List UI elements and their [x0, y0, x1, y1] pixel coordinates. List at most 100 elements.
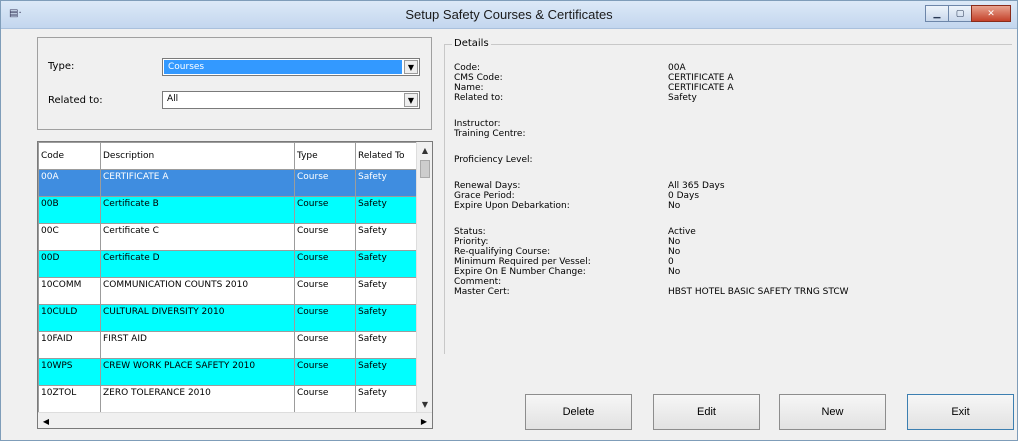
cell-type: Course	[294, 331, 356, 359]
cell-code: 00D	[38, 250, 101, 278]
new-button[interactable]: New	[779, 394, 886, 430]
cell-type: Course	[294, 169, 356, 197]
cell-code: 10FAID	[38, 331, 101, 359]
filter-group	[37, 37, 432, 130]
horizontal-scrollbar[interactable]: ◀ ▶	[38, 412, 432, 428]
table-row[interactable]: 00A CERTIFICATE A Course Safety	[38, 169, 417, 197]
detail-name-label: Name:	[454, 83, 484, 93]
detail-grace-label: Grace Period:	[454, 191, 515, 201]
cell-related-to: Safety	[355, 385, 417, 413]
table-row[interactable]: 00D Certificate D Course Safety	[38, 250, 417, 278]
detail-requal-label: Re-qualifying Course:	[454, 247, 551, 257]
window-controls: ▁ ▢ ✕	[925, 5, 1011, 23]
cell-description: ZERO TOLERANCE 2010	[100, 385, 295, 413]
vertical-scrollbar[interactable]: ▲ ▼	[416, 142, 432, 412]
main-window: ▤· Setup Safety Courses & Certificates ▁…	[0, 0, 1018, 441]
column-header-description[interactable]: Description	[100, 142, 295, 170]
details-legend: Details	[452, 38, 491, 49]
cell-code: 00A	[38, 169, 101, 197]
detail-related-label: Related to:	[454, 93, 504, 103]
scroll-right-icon[interactable]: ▶	[416, 413, 432, 428]
delete-button[interactable]: Delete	[525, 394, 632, 430]
scroll-up-icon[interactable]: ▲	[417, 142, 432, 158]
detail-code-value: 00A	[668, 63, 686, 73]
cell-related-to: Safety	[355, 331, 417, 359]
exit-button[interactable]: Exit	[907, 394, 1014, 430]
detail-requal-value: No	[668, 247, 681, 257]
table-row[interactable]: 10COMM COMMUNICATION COUNTS 2010 Course …	[38, 277, 417, 305]
table-row[interactable]: 00C Certificate C Course Safety	[38, 223, 417, 251]
detail-cms-label: CMS Code:	[454, 73, 503, 83]
detail-master-label: Master Cert:	[454, 287, 510, 297]
detail-expire-e-value: No	[668, 267, 681, 277]
cell-related-to: Safety	[355, 196, 417, 224]
courses-table: Code Description Type Related To 00A CER…	[38, 142, 417, 413]
detail-status-label: Status:	[454, 227, 486, 237]
cell-type: Course	[294, 304, 356, 332]
detail-comment-label: Comment:	[454, 277, 502, 287]
courses-grid[interactable]: Code Description Type Related To 00A CER…	[37, 141, 433, 429]
detail-expire-value: No	[668, 201, 681, 211]
close-icon[interactable]: ✕	[971, 5, 1011, 22]
detail-renewal-value: All 365 Days	[668, 181, 725, 191]
cell-related-to: Safety	[355, 223, 417, 251]
column-header-related-to[interactable]: Related To	[355, 142, 417, 170]
table-header: Code Description Type Related To	[38, 142, 417, 170]
detail-renewal-label: Renewal Days:	[454, 181, 521, 191]
type-select-value: Courses	[164, 60, 402, 74]
detail-minreq-value: 0	[668, 257, 674, 267]
detail-expire-label: Expire Upon Debarkation:	[454, 201, 570, 211]
cell-type: Course	[294, 358, 356, 386]
cell-code: 10COMM	[38, 277, 101, 305]
detail-centre-label: Training Centre:	[454, 129, 526, 139]
edit-button[interactable]: Edit	[653, 394, 760, 430]
scroll-left-icon[interactable]: ◀	[38, 413, 54, 428]
cell-code: 10CULD	[38, 304, 101, 332]
cell-related-to: Safety	[355, 304, 417, 332]
cell-code: 10ZTOL	[38, 385, 101, 413]
cell-related-to: Safety	[355, 277, 417, 305]
table-row[interactable]: 10CULD CULTURAL DIVERSITY 2010 Course Sa…	[38, 304, 417, 332]
window-title: Setup Safety Courses & Certificates	[405, 7, 613, 22]
scroll-down-icon[interactable]: ▼	[417, 396, 432, 412]
title-bar[interactable]: ▤· Setup Safety Courses & Certificates ▁…	[1, 1, 1017, 29]
cell-description: CULTURAL DIVERSITY 2010	[100, 304, 295, 332]
cell-type: Course	[294, 223, 356, 251]
cell-related-to: Safety	[355, 358, 417, 386]
cell-description: Certificate C	[100, 223, 295, 251]
chevron-down-icon[interactable]: ▼	[404, 60, 418, 74]
table-row[interactable]: 10WPS CREW WORK PLACE SAFETY 2010 Course…	[38, 358, 417, 386]
cell-description: CERTIFICATE A	[100, 169, 295, 197]
related-select-value: All	[167, 94, 179, 104]
detail-expire-e-label: Expire On E Number Change:	[454, 267, 586, 277]
type-label: Type:	[48, 61, 75, 72]
maximize-icon[interactable]: ▢	[948, 5, 972, 22]
chevron-down-icon[interactable]: ▼	[404, 93, 418, 107]
cell-related-to: Safety	[355, 250, 417, 278]
column-header-type[interactable]: Type	[294, 142, 356, 170]
type-select[interactable]: Courses ▼	[162, 58, 420, 76]
minimize-icon[interactable]: ▁	[925, 5, 949, 22]
cell-type: Course	[294, 385, 356, 413]
cell-description: CREW WORK PLACE SAFETY 2010	[100, 358, 295, 386]
table-row[interactable]: 10ZTOL ZERO TOLERANCE 2010 Course Safety	[38, 385, 417, 413]
detail-minreq-label: Minimum Required per Vessel:	[454, 257, 591, 267]
detail-related-value: Safety	[668, 93, 697, 103]
detail-grace-value: 0 Days	[668, 191, 700, 201]
detail-priority-value: No	[668, 237, 681, 247]
related-select[interactable]: All ▼	[162, 91, 420, 109]
detail-cms-value: CERTIFICATE A	[668, 73, 734, 83]
detail-priority-label: Priority:	[454, 237, 489, 247]
cell-type: Course	[294, 250, 356, 278]
related-label: Related to:	[48, 95, 103, 106]
detail-name-value: CERTIFICATE A	[668, 83, 734, 93]
column-header-code[interactable]: Code	[38, 142, 101, 170]
detail-master-value: HBST HOTEL BASIC SAFETY TRNG STCW	[668, 287, 849, 297]
table-row[interactable]: 00B Certificate B Course Safety	[38, 196, 417, 224]
table-row[interactable]: 10FAID FIRST AID Course Safety	[38, 331, 417, 359]
cell-code: 00C	[38, 223, 101, 251]
cell-related-to: Safety	[355, 169, 417, 197]
cell-code: 10WPS	[38, 358, 101, 386]
scroll-thumb[interactable]	[420, 160, 430, 178]
detail-instructor-label: Instructor:	[454, 119, 501, 129]
